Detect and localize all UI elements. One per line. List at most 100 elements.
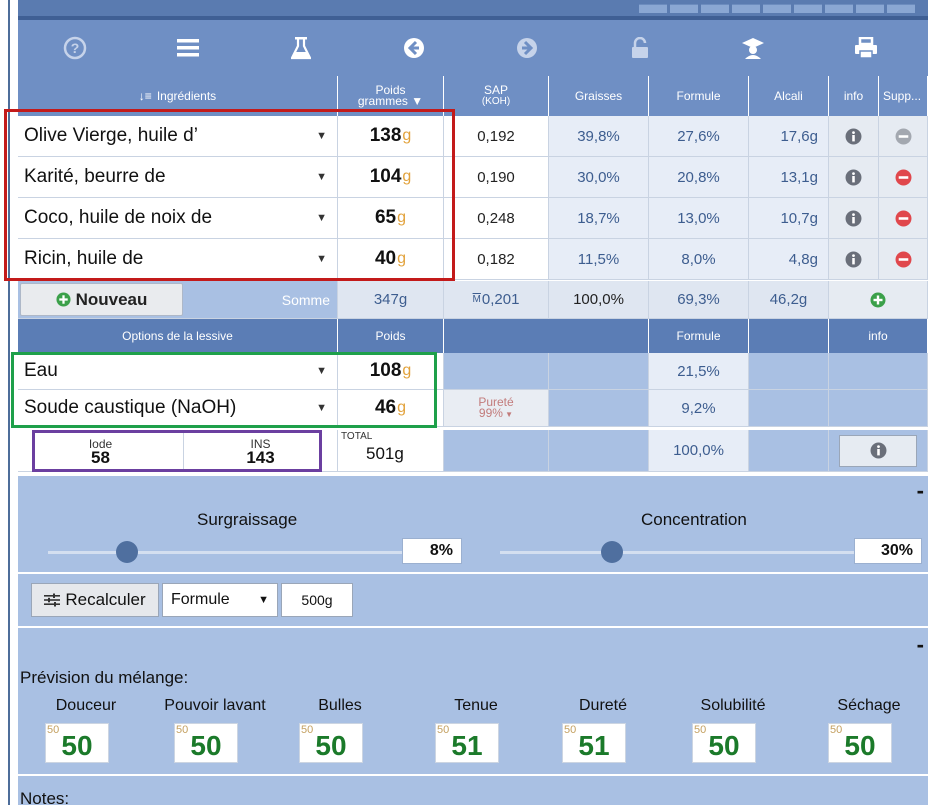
ingredient-select[interactable]: Karité, beurre de ▼ [18,157,338,198]
recalc-amount-input[interactable]: 500g [281,583,353,617]
ingredient-graisses: 39,8% [549,116,649,157]
learn-button[interactable] [696,20,809,76]
prediction-label: Pouvoir lavant [164,697,266,714]
forward-icon [516,38,537,58]
ingredient-remove-button[interactable] [879,116,928,157]
ingredient-sap[interactable]: 0,182 [444,239,549,280]
prediction-score: 50 50 [174,723,238,763]
prediction-collapse-button[interactable]: - [917,632,924,658]
surgraissage-value[interactable]: 8% [402,538,462,564]
sliders-panel: - Surgraissage 8% Concentration 30% [18,476,928,572]
ingredient-formule: 20,8% [649,157,749,198]
ingredient-name: Ricin, huile de [24,248,144,269]
ingredient-sap[interactable]: 0,190 [444,157,549,198]
prediction-score: 50 50 [828,723,892,763]
prediction-score: 50 50 [45,723,109,763]
graisses-header: Graisses [549,76,649,116]
chevron-down-icon: ▼ [316,130,327,142]
recalculer-button[interactable]: Recalculer [31,583,159,617]
total-cell: TOTAL 501g [338,430,444,472]
lye-select[interactable]: Soude caustique (NaOH) ▼ [18,390,338,427]
unlock-button[interactable] [583,20,696,76]
prediction-value: 50 [708,730,740,761]
ingredient-graisses: 30,0% [549,157,649,198]
ingredient-weight-input[interactable]: 138 g [338,116,444,157]
ingredient-sap[interactable]: 0,192 [444,116,549,157]
concentration-slider[interactable] [500,551,880,554]
indices-info-button[interactable] [839,434,917,467]
print-button[interactable] [809,20,922,76]
toolbar: ? [18,20,928,76]
lye-formule: 9,2% [649,390,749,427]
nouveau-button[interactable]: Nouveau [20,283,183,316]
ingredient-info-button[interactable] [829,198,879,239]
total-alcali: 46,2g [749,281,829,319]
chevron-down-icon: ▼ [316,402,327,414]
chevron-down-icon: ▼ [258,594,269,606]
help-button[interactable]: ? [18,20,131,76]
ingredient-remove-button[interactable] [879,239,928,280]
ingredient-weight-input[interactable]: 40 g [338,239,444,280]
forward-button[interactable] [470,20,583,76]
lye-poids-header: Poids [338,319,444,353]
prediction-score: 50 51 [435,723,499,763]
plus-circle-icon [56,292,71,307]
sliders-collapse-button[interactable]: - [917,478,924,504]
plus-circle-icon [870,292,886,307]
lye-empty [749,390,829,427]
ingredient-alcali: 17,6g [749,116,829,157]
recalc-mode-select[interactable]: Formule ▼ [162,583,278,617]
remove-icon [895,210,911,226]
ingredients-header[interactable]: ↓≡ Ingrédients [18,76,338,116]
prediction-value: 51 [451,730,483,761]
concentration-value[interactable]: 30% [854,538,922,564]
remove-icon [895,251,911,267]
chevron-down-icon: ▼ [316,212,327,224]
back-button[interactable] [357,20,470,76]
lye-empty [749,353,829,390]
concentration-slider-handle[interactable] [600,541,623,563]
ingredient-info-button[interactable] [829,157,879,198]
indices-empty-2 [549,430,649,472]
lye-formule: 21,5% [649,353,749,390]
lab-button[interactable] [244,20,357,76]
menu-button[interactable] [131,20,244,76]
ingredient-weight-input[interactable]: 104 g [338,157,444,198]
surgraissage-slider[interactable] [48,551,428,554]
prediction-label: Dureté [578,697,628,714]
gram-unit: g [397,209,407,226]
prediction-title: Prévision du mélange: [20,668,189,687]
indices-empty-1 [444,430,549,472]
info-header: info [829,76,879,116]
lye-empty [549,353,649,390]
total-graisses: 100,0% [549,281,649,319]
ins-cell: INS 143 [184,430,338,472]
ingredient-remove-button[interactable] [879,157,928,198]
chevron-down-icon: ▼ [316,171,327,183]
print-icon [854,37,877,59]
lye-weight-input[interactable]: 46 g [338,390,444,427]
ingredient-select[interactable]: Olive Vierge, huile d’ ▼ [18,116,338,157]
purete-select[interactable]: Pureté 99% ▼ [444,390,549,427]
prediction-value: 51 [578,730,610,761]
add-ingredient-button[interactable] [829,281,928,319]
lye-empty-header-2 [749,319,829,353]
ingredient-sap[interactable]: 0,248 [444,198,549,239]
ingredient-formule: 27,6% [649,116,749,157]
lye-formule-header: Formule [649,319,749,353]
ingredient-info-button[interactable] [829,116,879,157]
prediction-label: Bulles [318,697,362,714]
flask-icon [290,37,311,60]
lye-weight-input[interactable]: 108 g [338,353,444,390]
ingredient-select[interactable]: Ricin, huile de ▼ [18,239,338,280]
poids-header[interactable]: Poids grammes ▼ [338,76,444,116]
ingredient-graisses: 18,7% [549,198,649,239]
ingredient-alcali: 4,8g [749,239,829,280]
ingredient-remove-button[interactable] [879,198,928,239]
ingredient-select[interactable]: Coco, huile de noix de ▼ [18,198,338,239]
ingredient-weight-input[interactable]: 65 g [338,198,444,239]
ingredient-info-button[interactable] [829,239,879,280]
lye-select[interactable]: Eau ▼ [18,353,338,390]
total-formule: 69,3% [649,281,749,319]
surgraissage-slider-handle[interactable] [116,541,139,563]
